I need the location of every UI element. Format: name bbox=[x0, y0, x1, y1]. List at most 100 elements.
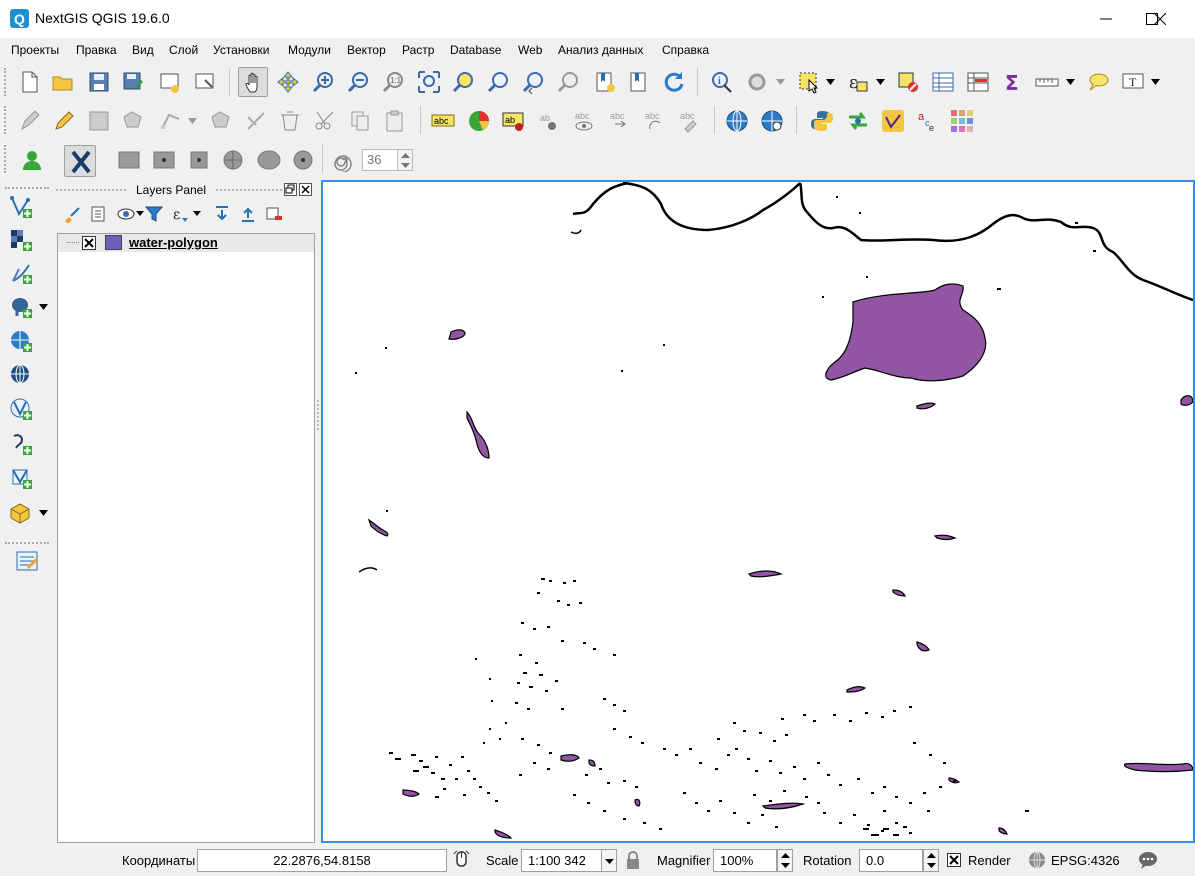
select-features-button[interactable] bbox=[794, 67, 824, 97]
add-raster-layer-button[interactable] bbox=[6, 225, 36, 255]
menu-vector[interactable]: Вектор bbox=[347, 43, 386, 57]
open-layer-styling-button[interactable] bbox=[60, 202, 84, 226]
manage-map-themes-button[interactable] bbox=[114, 202, 138, 226]
toolbar-handle[interactable] bbox=[4, 106, 8, 134]
add-wcs-layer-button[interactable] bbox=[6, 360, 36, 390]
minimize-button[interactable] bbox=[1083, 0, 1129, 38]
paste-features-button[interactable] bbox=[380, 106, 410, 136]
new-project-button[interactable] bbox=[14, 67, 44, 97]
zoom-last-button[interactable] bbox=[518, 67, 548, 97]
collapse-all-button[interactable] bbox=[236, 202, 260, 226]
new-print-layout-button[interactable] bbox=[155, 67, 185, 97]
lock-scale-button[interactable] bbox=[622, 847, 644, 873]
menu-layer[interactable]: Слой bbox=[169, 43, 198, 57]
delete-selected-button[interactable] bbox=[275, 106, 305, 136]
add-wfs-layer-button[interactable] bbox=[6, 394, 36, 424]
select-by-expression-button[interactable]: ε bbox=[843, 67, 873, 97]
cut-features-button[interactable] bbox=[310, 106, 340, 136]
python-console-button[interactable] bbox=[807, 106, 837, 136]
identify-button[interactable]: i bbox=[707, 67, 737, 97]
move-label-button[interactable]: abc bbox=[604, 106, 634, 136]
run-action-dropdown[interactable] bbox=[776, 67, 786, 97]
add-spatialite-layer-button[interactable] bbox=[6, 429, 36, 459]
scale-combobox[interactable]: 1:100 342 bbox=[521, 849, 603, 872]
open-project-button[interactable] bbox=[48, 67, 78, 97]
toolbar-handle[interactable] bbox=[4, 68, 8, 96]
zoom-in-button[interactable] bbox=[308, 67, 338, 97]
add-postgis-layer-button[interactable] bbox=[6, 292, 36, 322]
measure-dropdown[interactable] bbox=[1066, 67, 1076, 97]
show-hide-labels-button[interactable]: abc bbox=[569, 106, 599, 136]
messages-button[interactable] bbox=[1135, 847, 1161, 873]
layer-labeling-button[interactable]: abc bbox=[428, 106, 458, 136]
deselect-button[interactable] bbox=[893, 67, 923, 97]
close-panel-button[interactable] bbox=[299, 183, 312, 196]
edit-notes-button[interactable] bbox=[12, 546, 42, 576]
annotation-dropdown[interactable] bbox=[1151, 67, 1161, 97]
measure-button[interactable] bbox=[1032, 67, 1062, 97]
magnifier-field[interactable]: 100% bbox=[713, 849, 777, 872]
close-shape-button[interactable] bbox=[64, 145, 96, 177]
pin-labels-button[interactable]: ab bbox=[498, 106, 528, 136]
user-account-button[interactable] bbox=[17, 145, 47, 175]
menu-help[interactable]: Справка bbox=[662, 43, 709, 57]
filter-legend-button[interactable] bbox=[142, 202, 166, 226]
circle-from-center-button[interactable] bbox=[288, 145, 318, 175]
menu-database[interactable]: Database bbox=[450, 43, 501, 57]
show-bookmarks-button[interactable] bbox=[624, 67, 654, 97]
statistics-button[interactable]: Σ bbox=[998, 67, 1028, 97]
add-group-button[interactable] bbox=[87, 202, 111, 226]
search-qms-button[interactable] bbox=[757, 106, 787, 136]
float-panel-button[interactable] bbox=[284, 183, 297, 196]
zoom-next-button[interactable] bbox=[553, 67, 583, 97]
diagram-button[interactable] bbox=[464, 106, 494, 136]
field-calculator-button[interactable] bbox=[963, 67, 993, 97]
segments-spinner[interactable] bbox=[397, 149, 413, 171]
select-features-dropdown[interactable] bbox=[826, 67, 836, 97]
delete-part-button[interactable] bbox=[241, 106, 271, 136]
save-project-button[interactable] bbox=[84, 67, 114, 97]
toolbar-handle[interactable] bbox=[5, 542, 49, 544]
vertex-tool-dropdown[interactable] bbox=[188, 106, 198, 136]
zoom-full-button[interactable] bbox=[414, 67, 444, 97]
rotate-label-button[interactable]: abc bbox=[639, 106, 669, 136]
rotation-spinner[interactable] bbox=[923, 849, 939, 872]
highlight-labels-button[interactable]: ab bbox=[534, 106, 564, 136]
crs-button[interactable] bbox=[1025, 847, 1049, 873]
expand-all-button[interactable] bbox=[210, 202, 234, 226]
change-label-button[interactable]: abc bbox=[674, 106, 704, 136]
coordinate-field[interactable]: 22.2876,54.8158 bbox=[197, 849, 447, 872]
run-action-button[interactable] bbox=[742, 67, 772, 97]
crs-label[interactable]: EPSG:4326 bbox=[1051, 853, 1120, 868]
pan-to-selection-button[interactable] bbox=[273, 67, 303, 97]
menu-settings[interactable]: Установки bbox=[213, 43, 269, 57]
panel-splitter[interactable] bbox=[317, 400, 319, 430]
move-feature-button[interactable] bbox=[206, 106, 236, 136]
filter-expression-dropdown[interactable] bbox=[193, 202, 203, 226]
menu-web[interactable]: Web bbox=[518, 43, 542, 57]
rotation-field[interactable]: 0.0 bbox=[859, 849, 923, 872]
save-edits-button[interactable] bbox=[84, 106, 114, 136]
layout-manager-button[interactable] bbox=[190, 67, 220, 97]
new-bookmark-button[interactable] bbox=[590, 67, 620, 97]
segments-input[interactable]: 36 bbox=[362, 149, 398, 171]
circle-shape-button[interactable] bbox=[218, 145, 248, 175]
map-canvas[interactable] bbox=[321, 180, 1195, 843]
pan-map-button[interactable] bbox=[238, 67, 268, 97]
square-center-button[interactable] bbox=[184, 145, 214, 175]
new-shapefile-layer-button[interactable] bbox=[6, 463, 36, 493]
menu-edit[interactable]: Правка bbox=[76, 43, 117, 57]
add-wms-layer-button[interactable] bbox=[6, 326, 36, 356]
add-delimited-text-button[interactable] bbox=[6, 258, 36, 288]
processing-toolbox-button[interactable] bbox=[843, 106, 873, 136]
filter-by-expression-button[interactable]: ε bbox=[168, 202, 192, 226]
toolbar-handle[interactable] bbox=[4, 145, 8, 173]
text-style-button[interactable]: ace bbox=[913, 106, 943, 136]
current-edits-button[interactable] bbox=[15, 106, 45, 136]
grid-plugin-button[interactable] bbox=[947, 106, 977, 136]
menu-projects[interactable]: Проекты bbox=[11, 43, 59, 57]
refresh-button[interactable] bbox=[659, 67, 689, 97]
magnifier-spinner[interactable] bbox=[777, 849, 793, 872]
menu-raster[interactable]: Растр bbox=[402, 43, 434, 57]
attribute-table-button[interactable] bbox=[928, 67, 958, 97]
